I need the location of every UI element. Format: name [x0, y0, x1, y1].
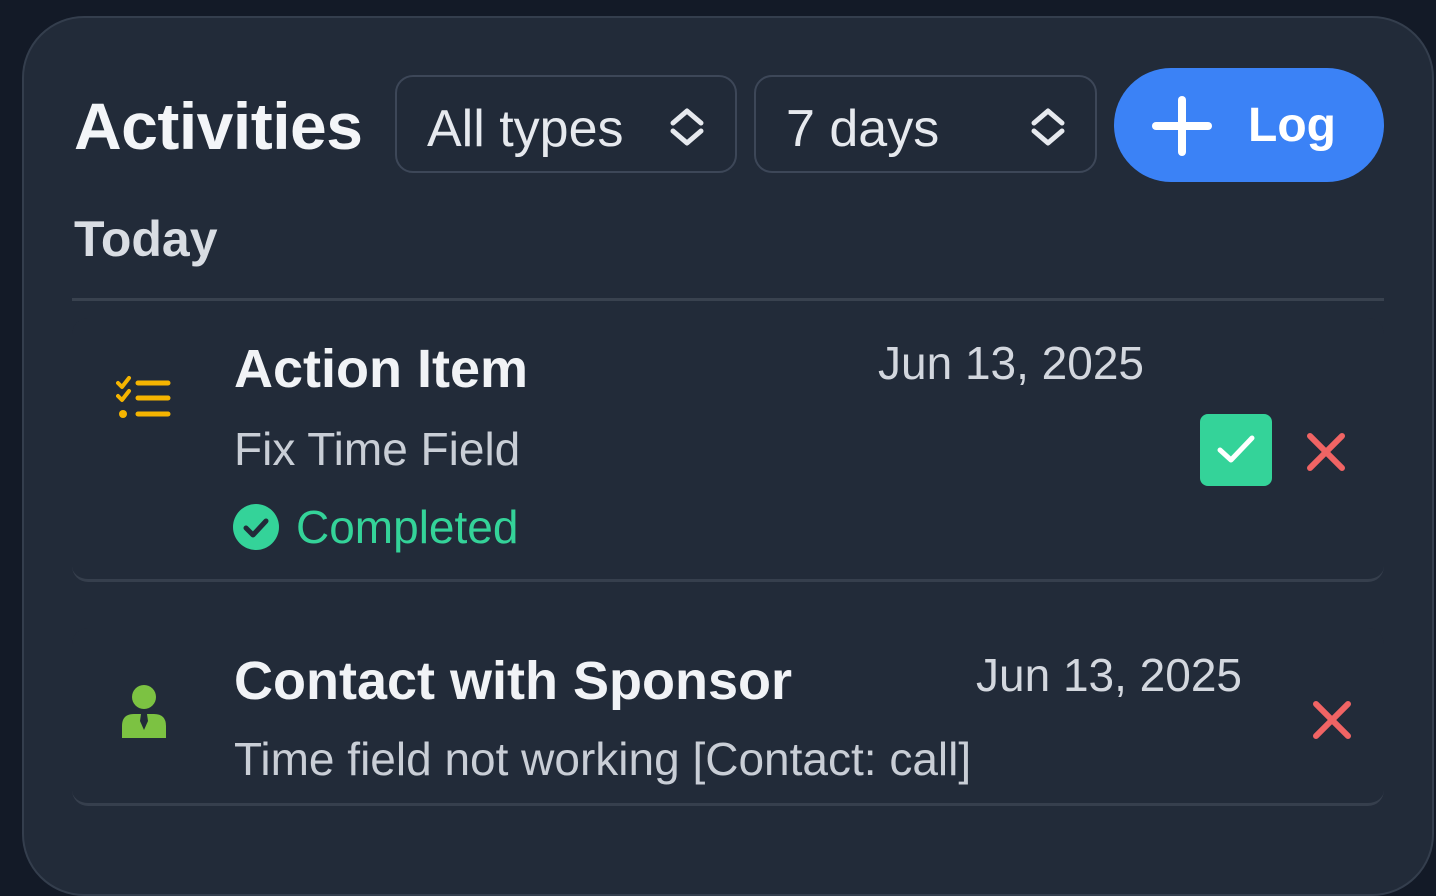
delete-activity-button[interactable]: [1304, 430, 1348, 474]
type-filter-select[interactable]: All types: [395, 75, 737, 173]
activity-description: Time field not working [Contact: call]: [234, 733, 972, 785]
activity-type: Action Item: [234, 339, 529, 399]
status-label: Completed: [296, 501, 519, 553]
close-icon: [1307, 433, 1345, 471]
check-circle-icon: [233, 504, 279, 550]
person-icon: [122, 685, 166, 738]
chevron-up-down-icon: [1031, 108, 1065, 146]
activity-card: Contact with Sponsor Jun 13, 2025 Time f…: [72, 628, 1384, 806]
check-icon: [1217, 435, 1255, 463]
mark-complete-button[interactable]: [1200, 414, 1272, 486]
activity-type: Contact with Sponsor: [234, 651, 792, 711]
checklist-icon: [116, 376, 171, 418]
chevron-up-down-icon: [670, 108, 704, 146]
close-icon: [1313, 701, 1351, 739]
plus-icon: [1152, 96, 1212, 156]
log-activity-button[interactable]: Log: [1114, 68, 1384, 182]
activity-card: Action Item Jun 13, 2025 Fix Time Field …: [72, 318, 1384, 582]
delete-activity-button[interactable]: [1310, 698, 1354, 742]
range-filter-value: 7 days: [786, 100, 940, 158]
range-filter-select[interactable]: 7 days: [754, 75, 1097, 173]
section-divider: [72, 298, 1384, 301]
activity-description: Fix Time Field: [234, 423, 521, 475]
activity-date: Jun 13, 2025: [976, 649, 1243, 701]
type-filter-value: All types: [427, 100, 624, 158]
log-button-label: Log: [1248, 99, 1336, 152]
page-title: Activities: [74, 89, 363, 163]
status-badge: Completed: [232, 500, 518, 554]
activity-date: Jun 13, 2025: [878, 337, 1145, 389]
section-heading-today: Today: [74, 211, 218, 267]
